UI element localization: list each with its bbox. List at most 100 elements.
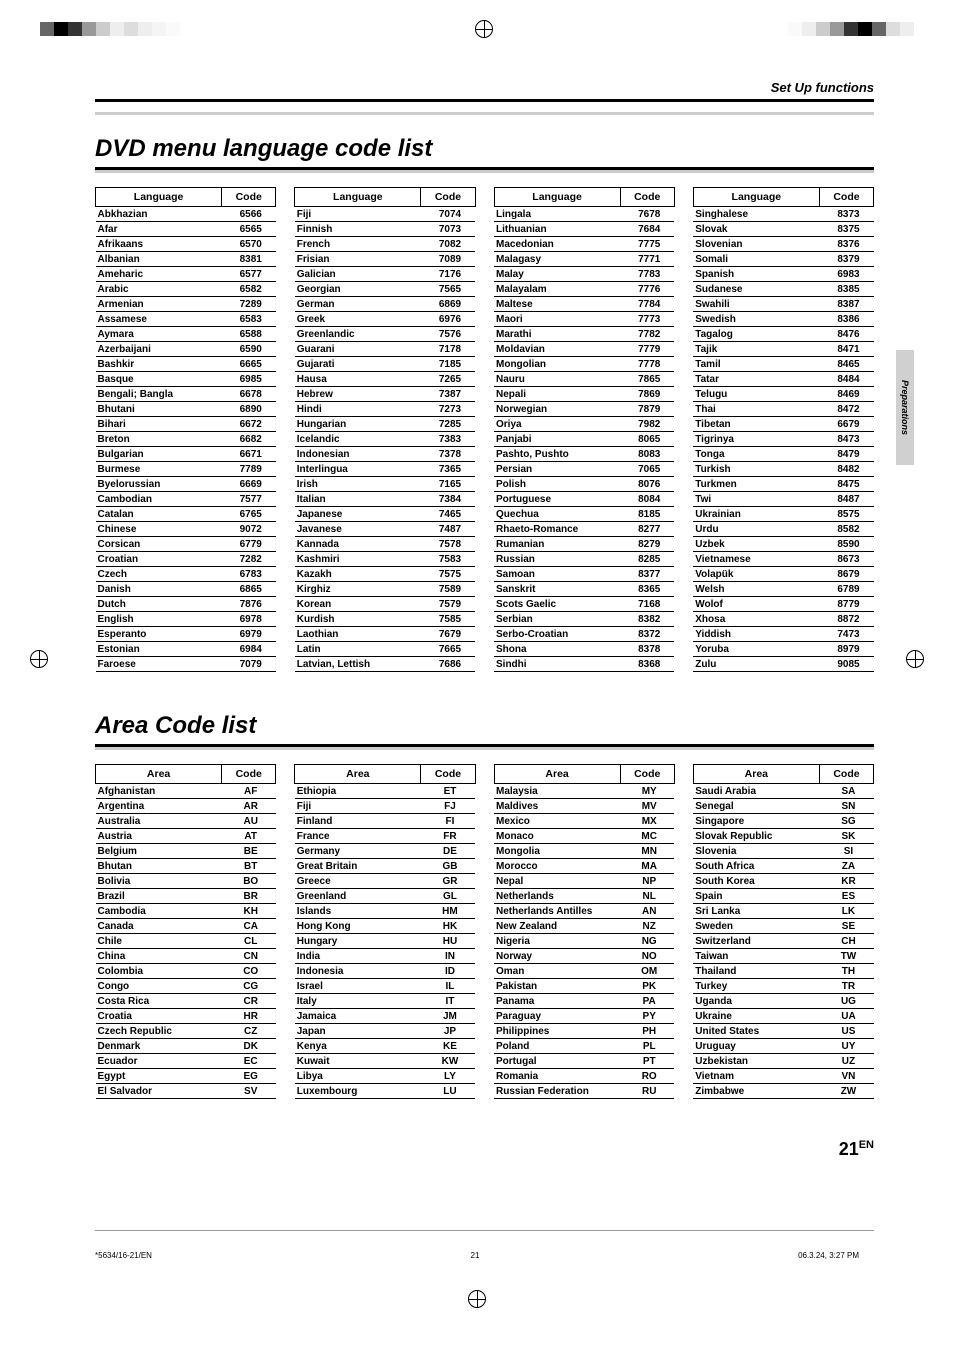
table-row: PortugalPT	[494, 1054, 674, 1069]
table-row: Galician7176	[295, 267, 475, 282]
table-row: Czech RepublicCZ	[96, 1024, 276, 1039]
table-row: Tajik8471	[693, 342, 873, 357]
table-row: PolandPL	[494, 1039, 674, 1054]
table-row: Saudi ArabiaSA	[693, 784, 873, 799]
table-row: Urdu8582	[693, 522, 873, 537]
table-row: GreenlandGL	[295, 889, 475, 904]
table-row: Polish8076	[494, 477, 674, 492]
table-row: Greenlandic7576	[295, 327, 475, 342]
table-row: MonacoMC	[494, 829, 674, 844]
table-row: FinlandFI	[295, 814, 475, 829]
table-row: Persian7065	[494, 462, 674, 477]
table-row: FijiFJ	[295, 799, 475, 814]
column-header: Language	[494, 188, 620, 207]
table-row: Zulu9085	[693, 657, 873, 672]
table-row: Hausa7265	[295, 372, 475, 387]
table-row: EthiopiaET	[295, 784, 475, 799]
table-row: Quechua8185	[494, 507, 674, 522]
table-row: Breton6682	[96, 432, 276, 447]
area-tables: AreaCodeAfghanistanAFArgentinaARAustrali…	[95, 764, 874, 1099]
footer: *5634/16-21/EN 21 06.3.24, 3:27 PM	[0, 1231, 954, 1270]
table-row: SpainES	[693, 889, 873, 904]
table-row: Pashto, Pushto8083	[494, 447, 674, 462]
column-header: Code	[620, 188, 674, 207]
column-header: Area	[494, 765, 620, 784]
table-row: El SalvadorSV	[96, 1084, 276, 1099]
table-row: MaldivesMV	[494, 799, 674, 814]
table-row: ChileCL	[96, 934, 276, 949]
table-row: Kurdish7585	[295, 612, 475, 627]
table-row: TaiwanTW	[693, 949, 873, 964]
table-row: Swahili8387	[693, 297, 873, 312]
table-row: IndonesiaID	[295, 964, 475, 979]
table-row: English6978	[96, 612, 276, 627]
table-row: South AfricaZA	[693, 859, 873, 874]
table-row: NetherlandsNL	[494, 889, 674, 904]
table-row: Yoruba8979	[693, 642, 873, 657]
table-row: Cambodian7577	[96, 492, 276, 507]
table-row: FranceFR	[295, 829, 475, 844]
table-row: MongoliaMN	[494, 844, 674, 859]
table-row: EcuadorEC	[96, 1054, 276, 1069]
color-bars-right	[788, 22, 914, 36]
table-row: Frisian7089	[295, 252, 475, 267]
table-row: AustriaAT	[96, 829, 276, 844]
table-row: French7082	[295, 237, 475, 252]
registration-mark-icon	[906, 650, 924, 668]
table-row: Nauru7865	[494, 372, 674, 387]
table-row: Assamese6583	[96, 312, 276, 327]
table-row: Hebrew7387	[295, 387, 475, 402]
table-row: AustraliaAU	[96, 814, 276, 829]
table-row: Portuguese8084	[494, 492, 674, 507]
table-row: Ukrainian8575	[693, 507, 873, 522]
table-row: UruguayUY	[693, 1039, 873, 1054]
table-row: Czech6783	[96, 567, 276, 582]
column-header: Code	[421, 765, 475, 784]
table-row: ArgentinaAR	[96, 799, 276, 814]
page-number: 21EN	[95, 1139, 874, 1160]
table-row: Tibetan6679	[693, 417, 873, 432]
table-row: Kannada7578	[295, 537, 475, 552]
data-table: AreaCodeEthiopiaETFijiFJFinlandFIFranceF…	[294, 764, 475, 1099]
table-row: BhutanBT	[96, 859, 276, 874]
table-row: Sanskrit8365	[494, 582, 674, 597]
table-row: Slovenian8376	[693, 237, 873, 252]
table-row: HungaryHU	[295, 934, 475, 949]
table-row: Kashmiri7583	[295, 552, 475, 567]
table-row: Rumanian8279	[494, 537, 674, 552]
table-row: Shona8378	[494, 642, 674, 657]
table-row: AfghanistanAF	[96, 784, 276, 799]
table-row: Samoan8377	[494, 567, 674, 582]
table-row: Norwegian7879	[494, 402, 674, 417]
table-row: Bengali; Bangla6678	[96, 387, 276, 402]
table-row: LuxembourgLU	[295, 1084, 475, 1099]
table-row: IsraelIL	[295, 979, 475, 994]
table-row: Netherlands AntillesAN	[494, 904, 674, 919]
table-row: Hong KongHK	[295, 919, 475, 934]
table-row: Bihari6672	[96, 417, 276, 432]
table-row: Azerbaijani6590	[96, 342, 276, 357]
table-row: GermanyDE	[295, 844, 475, 859]
table-row: Serbo-Croatian8372	[494, 627, 674, 642]
registration-mark-icon	[30, 650, 48, 668]
table-row: Gujarati7185	[295, 357, 475, 372]
table-row: Oriya7982	[494, 417, 674, 432]
table-row: BoliviaBO	[96, 874, 276, 889]
table-row: Sri LankaLK	[693, 904, 873, 919]
table-row: PhilippinesPH	[494, 1024, 674, 1039]
color-bars-left	[40, 22, 180, 36]
table-row: CroatiaHR	[96, 1009, 276, 1024]
table-row: DenmarkDK	[96, 1039, 276, 1054]
table-row: Danish6865	[96, 582, 276, 597]
table-row: Basque6985	[96, 372, 276, 387]
table-row: SwedenSE	[693, 919, 873, 934]
table-row: RomaniaRO	[494, 1069, 674, 1084]
table-row: ColombiaCO	[96, 964, 276, 979]
printer-marks-bottom	[0, 1270, 954, 1328]
table-row: PakistanPK	[494, 979, 674, 994]
page-header: Set Up functions	[95, 80, 874, 102]
table-row: Hungarian7285	[295, 417, 475, 432]
table-row: Lingala7678	[494, 207, 674, 222]
column-header: Code	[620, 765, 674, 784]
table-row: United StatesUS	[693, 1024, 873, 1039]
